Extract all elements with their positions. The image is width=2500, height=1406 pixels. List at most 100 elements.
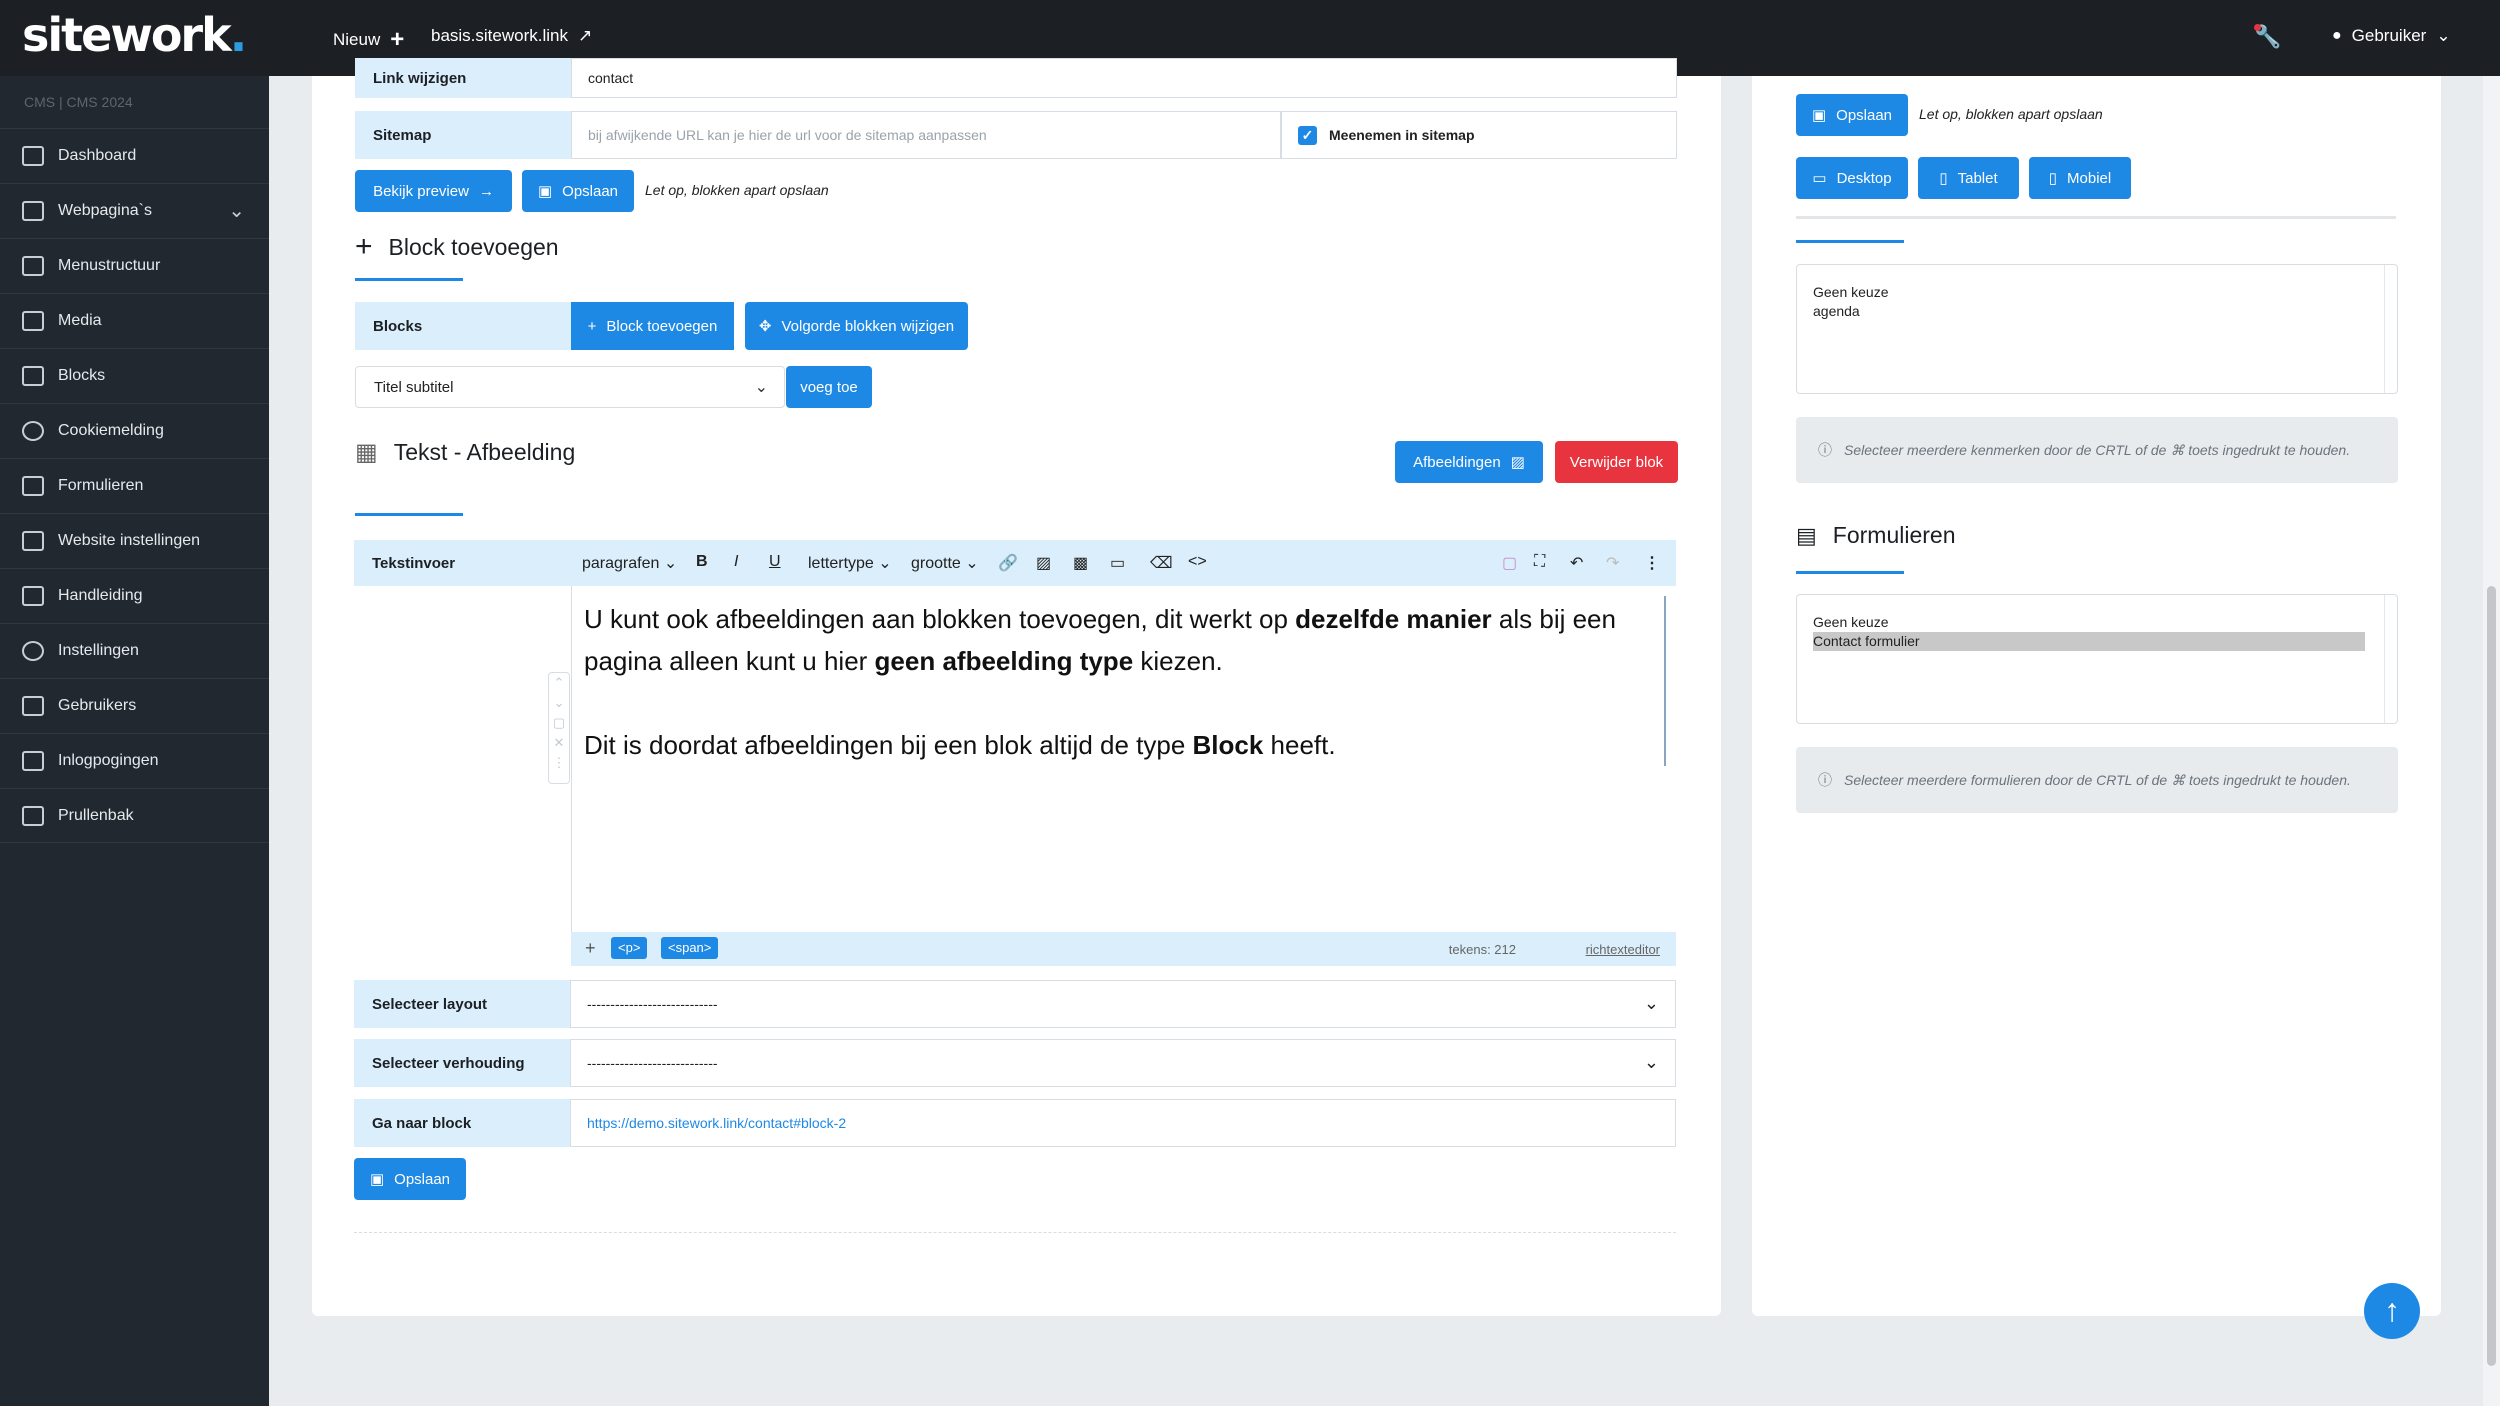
- image-icon: ▨: [1510, 454, 1525, 471]
- font-dropdown[interactable]: lettertype ⌄: [808, 553, 892, 573]
- sidebar-item-cookie[interactable]: Cookiemelding: [0, 403, 269, 458]
- paragraph-dropdown[interactable]: paragrafen ⌄: [582, 553, 677, 573]
- logo[interactable]: sitework.: [22, 8, 248, 62]
- sidebar-item-dashboard[interactable]: Dashboard: [0, 128, 269, 183]
- kenmerken-hint: ⓘ Selecteer meerdere kenmerken door de CR…: [1796, 417, 2398, 483]
- site-link[interactable]: basis.sitework.link ↗: [431, 26, 592, 46]
- ratio-select[interactable]: ---------------------------- ⌄: [570, 1039, 1676, 1087]
- logo-dot: .: [229, 8, 248, 62]
- delete-block-button[interactable]: Verwijder blok: [1555, 441, 1678, 483]
- images-button[interactable]: Afbeeldingen ▨: [1395, 441, 1543, 483]
- add-block-button[interactable]: voeg toe: [786, 366, 872, 408]
- phone-icon: ▯: [2048, 170, 2058, 187]
- tag-span[interactable]: <span>: [661, 937, 719, 959]
- sitemap-checkbox[interactable]: ✓ Meenemen in sitemap: [1281, 111, 1677, 159]
- user-menu[interactable]: ● Gebruiker ⌄: [2332, 26, 2451, 46]
- link-icon[interactable]: 🔗: [998, 553, 1018, 573]
- floppy-icon: ▣: [537, 183, 553, 200]
- chevron-down-icon: ⌄: [228, 200, 245, 222]
- sitemap-input[interactable]: bij afwijkende URL kan je hier de url vo…: [571, 111, 1281, 159]
- bold-text: dezelfde manier: [1295, 604, 1492, 634]
- chevron-down-icon: ⌄: [754, 379, 768, 396]
- scrollbar: [2384, 265, 2385, 393]
- sidebar-item-website-settings[interactable]: Website instellingen: [0, 513, 269, 568]
- bold-text: geen afbeelding type: [874, 646, 1134, 676]
- video-icon[interactable]: ▭: [1110, 553, 1125, 573]
- kenmerken-listbox[interactable]: Geen keuze agenda: [1796, 264, 2398, 394]
- gallery-icon[interactable]: ▩: [1073, 553, 1088, 573]
- editor-content[interactable]: U kunt ook afbeeldingen aan blokken toev…: [571, 586, 1676, 932]
- plus-icon: +: [587, 317, 597, 335]
- text-run: heeft.: [1263, 730, 1336, 760]
- plus-icon: +: [355, 230, 373, 263]
- notification-dot: [2254, 24, 2261, 31]
- eraser-icon[interactable]: ⌫: [1150, 553, 1173, 573]
- italic-button[interactable]: I: [734, 553, 738, 571]
- richtexteditor-link[interactable]: richtexteditor: [1586, 942, 1660, 957]
- plus-icon[interactable]: +: [585, 938, 596, 959]
- sitemap-row: Sitemap bij afwijkende URL kan je hier d…: [355, 111, 1677, 159]
- page-scrollbar[interactable]: [2483, 76, 2500, 1406]
- floppy-icon: ▣: [1811, 107, 1827, 124]
- sidebar-item-label: Formulieren: [58, 477, 144, 494]
- goto-link[interactable]: https://demo.sitework.link/contact#block…: [570, 1099, 1676, 1147]
- block-add-button[interactable]: + Block toevoegen: [571, 302, 734, 350]
- save-bottom-button[interactable]: ▣ Opslaan: [354, 1158, 466, 1200]
- sidebar-item-users[interactable]: Gebruikers: [0, 678, 269, 733]
- sidebar-item-label: Gebruikers: [58, 697, 137, 714]
- redo-icon[interactable]: ↷: [1606, 553, 1619, 573]
- fullscreen-icon[interactable]: ⛶: [1534, 553, 1545, 571]
- link-label: Link wijzigen: [355, 58, 571, 98]
- block-type-select[interactable]: Titel subtitel ⌄: [355, 366, 785, 408]
- ratio-row: Selecteer verhouding -------------------…: [354, 1039, 1676, 1087]
- section-underline: [1796, 240, 1904, 243]
- preview-button[interactable]: Bekijk preview →: [355, 170, 512, 212]
- sidebar-item-login-attempts[interactable]: Inlogpogingen: [0, 733, 269, 788]
- code-icon[interactable]: <>: [1188, 553, 1207, 571]
- scrollbar-thumb[interactable]: [2487, 586, 2496, 1366]
- paragraph-label: paragrafen: [582, 555, 660, 572]
- text-run: Dit is doordat afbeeldingen bij een blok…: [584, 730, 1193, 760]
- forms-listbox[interactable]: Geen keuze Contact formulier: [1796, 594, 2398, 724]
- sidebar-item-forms[interactable]: Formulieren: [0, 458, 269, 513]
- new-menu-button[interactable]: Nieuw +: [333, 26, 404, 54]
- arrow-up-icon: ↑: [2384, 1292, 2400, 1328]
- tag-p[interactable]: <p>: [611, 937, 648, 959]
- layout-label: Selecteer layout: [354, 980, 570, 1028]
- list-option[interactable]: agenda: [1813, 302, 2381, 321]
- sidebar-item-manual[interactable]: Handleiding: [0, 568, 269, 623]
- scroll-top-button[interactable]: ↑: [2364, 1283, 2420, 1339]
- size-dropdown[interactable]: grootte ⌄: [911, 553, 979, 573]
- list-option[interactable]: Geen keuze: [1813, 613, 2381, 632]
- block-title-text: Tekst - Afbeelding: [393, 439, 576, 465]
- sidebar-item-menu[interactable]: Menustructuur: [0, 238, 269, 293]
- underline-button[interactable]: U: [769, 553, 781, 571]
- mobile-label: Mobiel: [2067, 169, 2112, 187]
- side-save-note: Let op, blokken apart opslaan: [1919, 106, 2103, 122]
- list-option-selected[interactable]: Contact formulier: [1813, 632, 2365, 651]
- list-option[interactable]: Geen keuze: [1813, 283, 2381, 302]
- block-handle[interactable]: ⌃ ⌄ ▢ ✕ ⋮: [548, 672, 570, 784]
- sidebar-item-media[interactable]: Media: [0, 293, 269, 348]
- block-order-button-label: Volgorde blokken wijzigen: [781, 317, 955, 335]
- sidebar-item-webpages[interactable]: Webpagina`s ⌄: [0, 183, 269, 238]
- sidebar-item-settings[interactable]: Instellingen: [0, 623, 269, 678]
- mobile-button[interactable]: ▯ Mobiel: [2029, 157, 2131, 199]
- desktop-button[interactable]: ▭ Desktop: [1796, 157, 1908, 199]
- image-icon[interactable]: ▨: [1036, 553, 1051, 573]
- bold-text: Block: [1192, 730, 1264, 760]
- sidebar-item-label: Instellingen: [58, 642, 139, 659]
- more-icon[interactable]: ⋮: [1644, 553, 1660, 573]
- tablet-button[interactable]: ▯ Tablet: [1918, 157, 2019, 199]
- select-all-icon[interactable]: ▢: [1502, 553, 1517, 573]
- block-order-button[interactable]: ✥ Volgorde blokken wijzigen: [745, 302, 968, 350]
- link-input[interactable]: contact: [571, 58, 1677, 98]
- sidebar-item-blocks[interactable]: Blocks: [0, 348, 269, 403]
- side-save-button[interactable]: ▣ Opslaan: [1796, 94, 1908, 136]
- sidebar-item-label: Menustructuur: [58, 257, 161, 274]
- save-button[interactable]: ▣ Opslaan: [522, 170, 634, 212]
- layout-select[interactable]: ---------------------------- ⌄: [570, 980, 1676, 1028]
- undo-icon[interactable]: ↶: [1570, 553, 1583, 573]
- bold-button[interactable]: B: [696, 553, 708, 571]
- sidebar-item-trash[interactable]: Prullenbak: [0, 788, 269, 843]
